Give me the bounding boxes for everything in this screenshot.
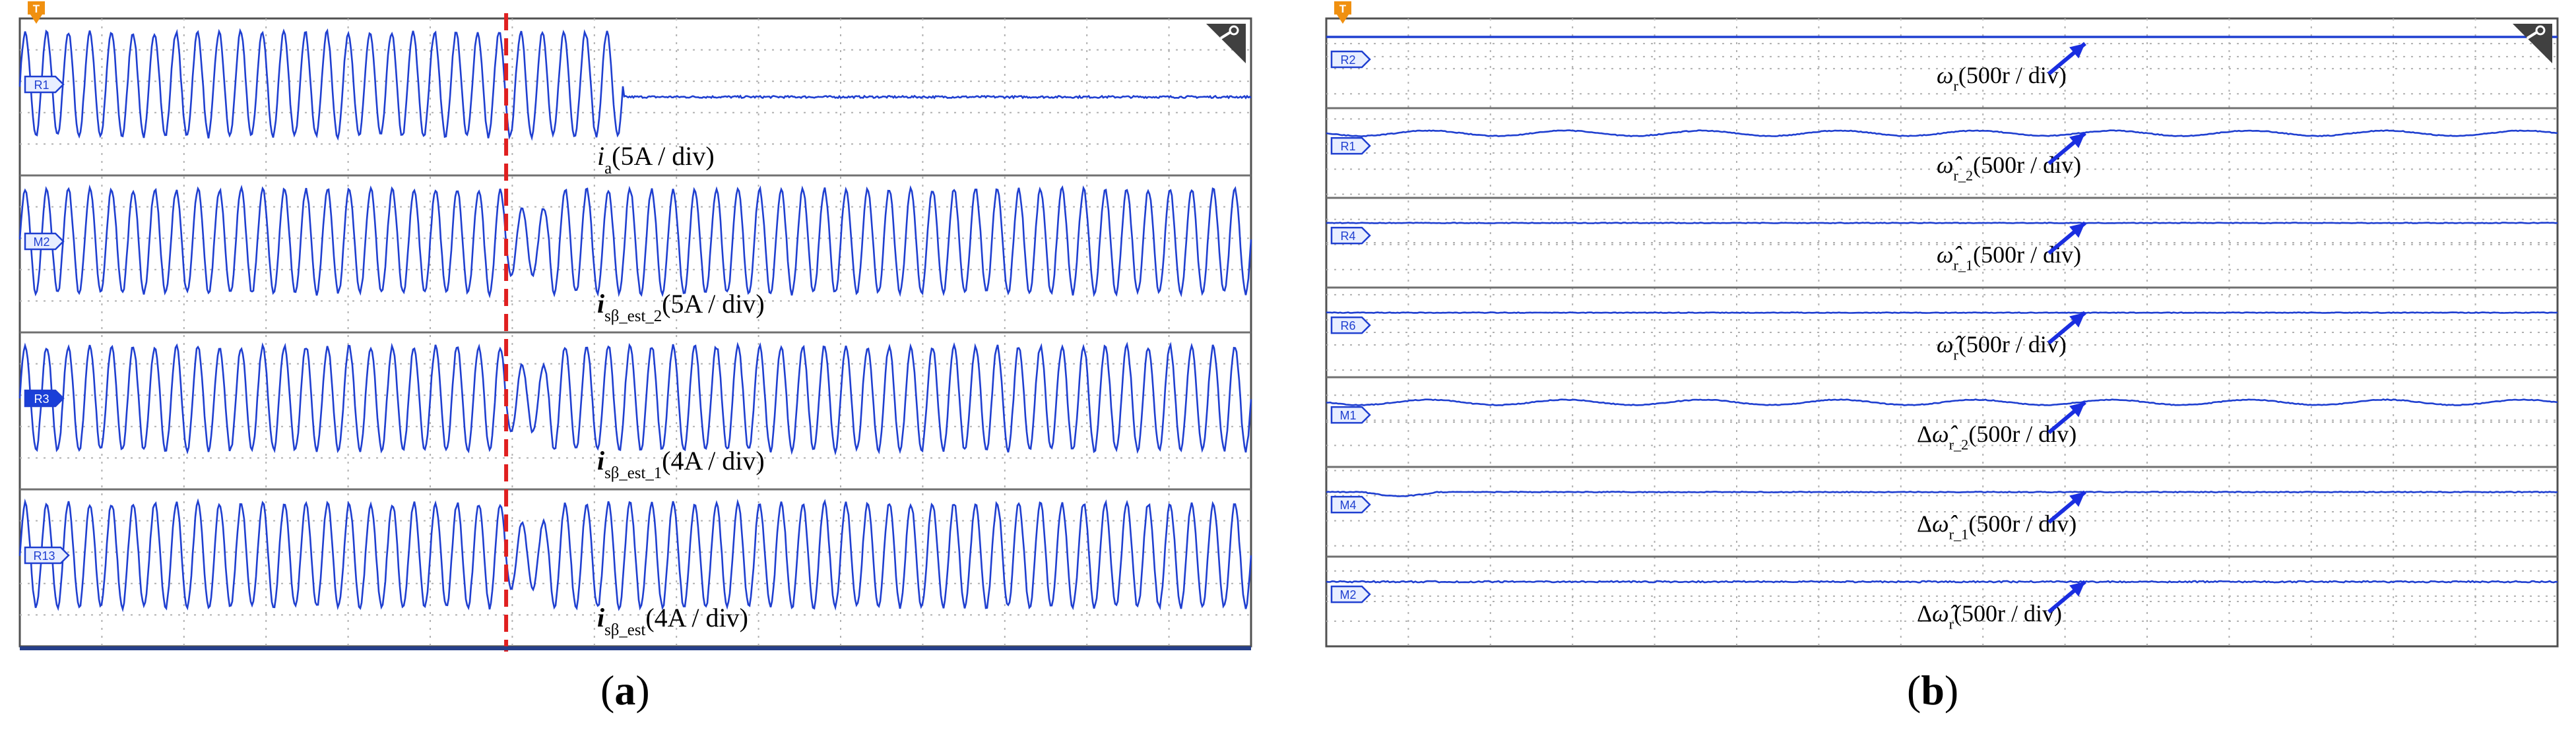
channel-marker-label: R1 <box>34 78 49 92</box>
trace-label-main: i <box>597 603 604 632</box>
channel-marker-label: R1 <box>1340 140 1355 153</box>
trigger-icon-label: T <box>1339 3 1347 15</box>
trace-label-rest: (500r / div) <box>1954 600 2062 627</box>
trace-label-rest: (4A / div) <box>645 603 748 632</box>
trace-label-sub: sβ_est_1 <box>604 464 662 482</box>
channel-marker-label: M2 <box>1339 588 1356 601</box>
trace-m2 <box>1326 580 2558 584</box>
trace-label-sub: r_2 <box>1953 167 1973 183</box>
trace-label-sub: r_1 <box>1953 257 1973 273</box>
trigger-icon-label: T <box>33 3 40 15</box>
channel-marker-label: R3 <box>34 392 49 406</box>
channel-marker-label: R2 <box>1340 53 1355 67</box>
trace-label-main: i <box>597 141 604 171</box>
trace-r4 <box>1326 222 2558 224</box>
caption-a: (a) <box>600 667 650 714</box>
channel-marker-label: M1 <box>1339 409 1356 422</box>
trace-label-main: i <box>597 446 604 476</box>
trace-label-rest: (500r / div) <box>1973 241 2081 268</box>
trace-label-main: i <box>597 289 604 319</box>
trace-label-rest: (4A / div) <box>662 446 765 476</box>
trace-label-rest: (5A / div) <box>662 289 765 319</box>
figure-canvas: R1ia(5A / div)M2isβ_est_2(5A / div)R3isβ… <box>18 1 2559 652</box>
caption-b-letter: b <box>1921 667 1945 714</box>
trace-label-main: ω <box>1937 62 1953 88</box>
channel-marker-label: M4 <box>1339 499 1356 512</box>
trace-label-sub: r_2 <box>1949 436 1969 452</box>
caption-b: (b) <box>1907 667 1959 714</box>
trace-label-sub: sβ_est <box>604 621 645 639</box>
panel-a-scope: R1ia(5A / div)M2isβ_est_2(5A / div)R3isβ… <box>18 1 1252 652</box>
trace-label-prefix: Δ <box>1917 421 1932 447</box>
caption-a-letter: a <box>614 667 636 714</box>
channel-marker-label: M2 <box>33 235 49 249</box>
trace-label-prefix: Δ <box>1917 600 1932 627</box>
trace-label-sub: r_1 <box>1949 526 1969 542</box>
status-strip <box>20 646 1251 650</box>
channel-marker-label: R6 <box>1340 319 1355 332</box>
trace-label-prefix: Δ <box>1917 510 1932 537</box>
panel-b-scope: R2ωr(500r / div)R1ω̂r_2(500r / div)R4ω̂r… <box>1325 1 2559 648</box>
channel-marker-label: R13 <box>33 549 55 563</box>
trace-label-sub: sβ_est_2 <box>604 307 662 325</box>
trace-label-rest: (500r / div) <box>1973 152 2081 178</box>
trace-label-rest: (5A / div) <box>612 141 715 171</box>
channel-marker-label: R4 <box>1340 230 1355 243</box>
